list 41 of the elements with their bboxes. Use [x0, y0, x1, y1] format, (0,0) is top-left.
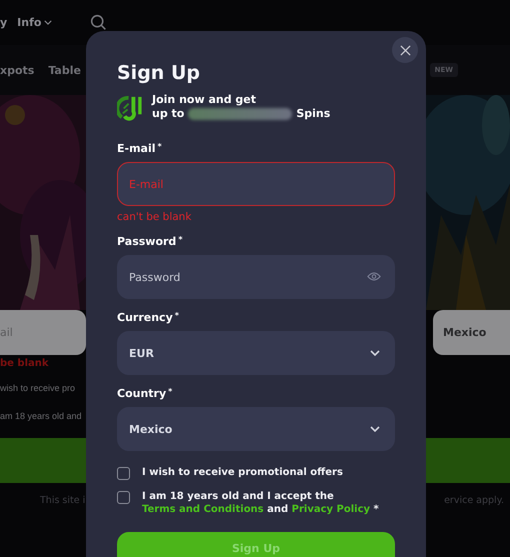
chevron-down-icon[interactable]	[44, 20, 52, 25]
promo-text: Spins	[296, 107, 330, 121]
dialog-title: Sign Up	[117, 62, 201, 84]
close-button[interactable]	[392, 37, 418, 63]
error-message: can't be blank	[117, 211, 192, 223]
category-tab[interactable]: Table	[48, 64, 81, 76]
error-message: be blank	[0, 358, 50, 369]
required-mark: *	[174, 311, 179, 320]
select-field[interactable]: Mexico	[117, 407, 395, 451]
link[interactable]: Privacy Policy	[292, 504, 370, 515]
field-label: Currency	[117, 311, 173, 324]
nav-link[interactable]: Info	[17, 16, 52, 29]
input-field[interactable]: Password	[117, 255, 395, 299]
checkbox[interactable]	[117, 491, 130, 504]
footer-text: ervice apply.	[444, 495, 504, 506]
input-field[interactable]: E-mail	[117, 162, 395, 206]
checkbox-label: am 18 years old and	[0, 411, 82, 421]
required-mark: *	[178, 235, 182, 244]
category-tab[interactable]: xpots	[0, 64, 34, 76]
close-icon[interactable]	[400, 44, 410, 56]
checkbox[interactable]	[117, 467, 130, 480]
chevron-down-icon[interactable]	[370, 426, 380, 432]
search-icon[interactable]	[90, 14, 108, 31]
nav-link[interactable]: y	[0, 16, 8, 29]
select-field[interactable]: EUR	[117, 331, 395, 375]
chevron-down-icon[interactable]	[370, 350, 380, 356]
eye-icon[interactable]	[367, 272, 381, 281]
promo-text: up to	[152, 107, 184, 121]
field-label: Password	[117, 235, 176, 248]
field-label: Country	[117, 387, 166, 400]
country-select[interactable]: Mexico	[433, 310, 510, 355]
promo-text: Join now and get	[152, 93, 258, 107]
footer-text: This site i	[40, 495, 86, 506]
checkbox-label: I am 18 years old and I accept the Terms and Conditions and Privacy Policy *	[142, 490, 380, 516]
checkbox-label: wish to receive pro	[0, 383, 76, 393]
logo-icon	[117, 95, 144, 122]
field-label: E-mail	[117, 142, 156, 155]
link[interactable]: Terms and Conditions	[142, 504, 264, 515]
required-mark: *	[168, 387, 172, 396]
required-mark: *	[158, 142, 162, 151]
checkbox-label: I wish to receive promotional offers	[142, 466, 343, 479]
